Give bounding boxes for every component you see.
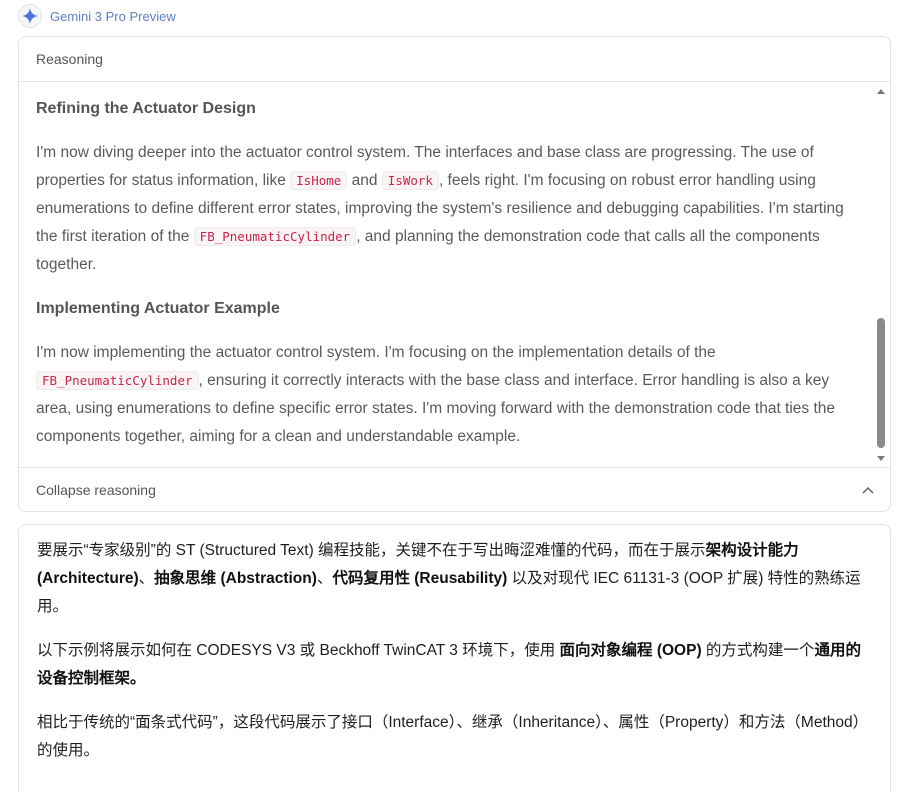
answer-text: 以下示例将展示如何在 CODESYS V3 或 Beckhoff TwinCAT… <box>37 642 560 659</box>
reasoning-text: and <box>347 172 382 189</box>
answer-text: 、 <box>316 570 333 587</box>
chevron-up-icon <box>861 483 875 497</box>
inline-code: FB_PneumaticCylinder <box>36 371 199 390</box>
answer-paragraph: 要展示“专家级别”的 ST (Structured Text) 编程技能，关键不… <box>37 537 873 621</box>
inline-code: IsHome <box>290 171 348 190</box>
answer-panel: 要展示“专家级别”的 ST (Structured Text) 编程技能，关键不… <box>18 524 891 792</box>
reasoning-content[interactable]: Refining the Actuator Design I'm now div… <box>19 83 874 467</box>
reasoning-panel: Reasoning Refining the Actuator Design I… <box>18 36 891 512</box>
inline-code: FB_PneumaticCylinder <box>193 227 357 246</box>
reasoning-section-title: Implementing Actuator Example <box>36 300 280 317</box>
answer-text: 的方式构建一个 <box>701 642 815 659</box>
scroll-up-arrow-icon[interactable] <box>877 89 885 94</box>
reasoning-text: I'm now implementing the actuator contro… <box>36 344 716 361</box>
scrollbar-thumb[interactable] <box>877 318 885 448</box>
reasoning-header-label: Reasoning <box>36 51 103 67</box>
model-header: Gemini 3 Pro Preview <box>18 4 176 28</box>
inline-code: IsWork <box>381 171 439 190</box>
answer-text: 、 <box>138 570 155 587</box>
collapse-reasoning-label: Collapse reasoning <box>36 482 156 498</box>
scroll-down-arrow-icon[interactable] <box>877 456 885 461</box>
answer-bold: 面向对象编程 (OOP) <box>559 642 702 659</box>
model-name: Gemini 3 Pro Preview <box>50 8 176 24</box>
collapse-reasoning-button[interactable]: Collapse reasoning <box>19 467 890 511</box>
sparkle-icon <box>18 4 42 28</box>
answer-paragraph: 以下示例将展示如何在 CODESYS V3 或 Beckhoff TwinCAT… <box>37 637 873 693</box>
answer-paragraph: 相比于传统的“面条式代码”，这段代码展示了接口（Interface）、继承（In… <box>37 714 869 759</box>
answer-bold: 代码复用性 (Reusability) <box>332 570 508 587</box>
reasoning-paragraph: I'm now diving deeper into the actuator … <box>36 139 866 279</box>
reasoning-scrollbar[interactable] <box>875 83 887 467</box>
reasoning-paragraph: I'm now implementing the actuator contro… <box>36 339 866 451</box>
answer-text: 要展示“专家级别”的 ST (Structured Text) 编程技能，关键不… <box>37 542 706 559</box>
answer-bold: 抽象思维 (Abstraction) <box>154 570 317 587</box>
reasoning-header: Reasoning <box>19 37 890 82</box>
reasoning-section-title: Refining the Actuator Design <box>36 100 256 117</box>
